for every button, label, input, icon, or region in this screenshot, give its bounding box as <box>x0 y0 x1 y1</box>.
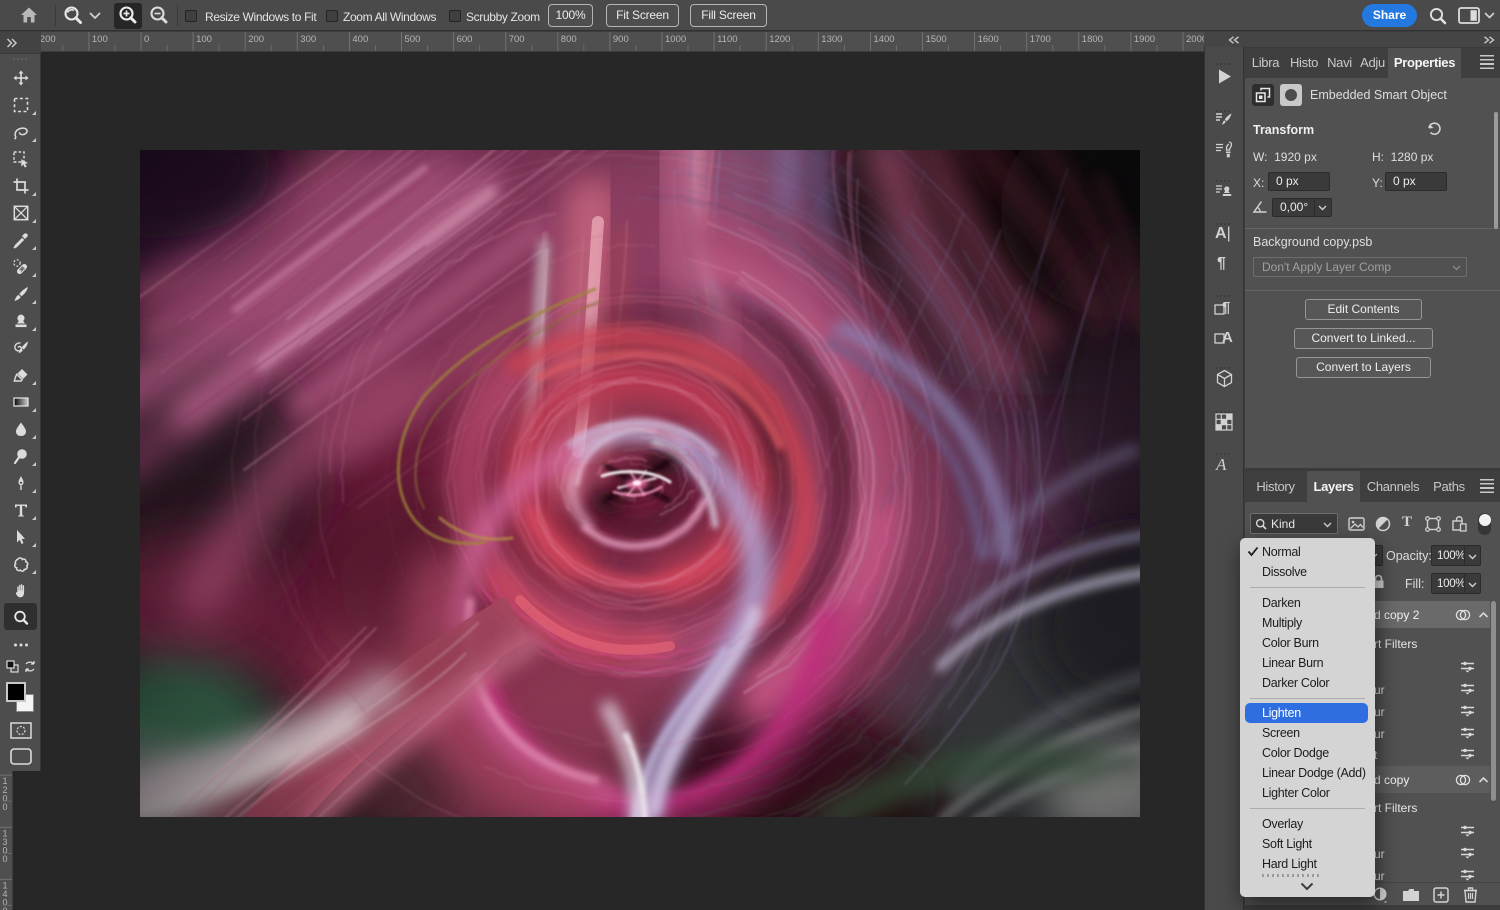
svg-text:¶: ¶ <box>1222 299 1230 316</box>
svg-text:1700: 1700 <box>1030 34 1051 45</box>
svg-text:0: 0 <box>144 34 149 45</box>
svg-text:600: 600 <box>457 34 473 45</box>
svg-text:0: 0 <box>3 906 8 910</box>
svg-text:200: 200 <box>40 34 56 45</box>
svg-text:0: 0 <box>3 802 8 812</box>
svg-text:100: 100 <box>92 34 108 45</box>
svg-text:100: 100 <box>196 34 212 45</box>
svg-text:0: 0 <box>3 854 8 864</box>
svg-text:2000: 2000 <box>1186 34 1204 45</box>
svg-text:1200: 1200 <box>769 34 790 45</box>
svg-text:800: 800 <box>561 34 577 45</box>
svg-text:1800: 1800 <box>1082 34 1103 45</box>
svg-text:1600: 1600 <box>978 34 999 45</box>
svg-text:1100: 1100 <box>717 34 737 45</box>
svg-text:700: 700 <box>509 34 525 45</box>
svg-text:400: 400 <box>352 34 368 45</box>
svg-text:A: A <box>1222 329 1233 346</box>
svg-text:200: 200 <box>248 34 264 45</box>
svg-text:1900: 1900 <box>1134 34 1155 45</box>
svg-text:1300: 1300 <box>821 34 842 45</box>
svg-text:900: 900 <box>613 34 629 45</box>
svg-text:300: 300 <box>300 34 316 45</box>
svg-text:1000: 1000 <box>665 34 686 45</box>
svg-text:500: 500 <box>405 34 421 45</box>
svg-text:1500: 1500 <box>926 34 947 45</box>
svg-text:1400: 1400 <box>873 34 894 45</box>
